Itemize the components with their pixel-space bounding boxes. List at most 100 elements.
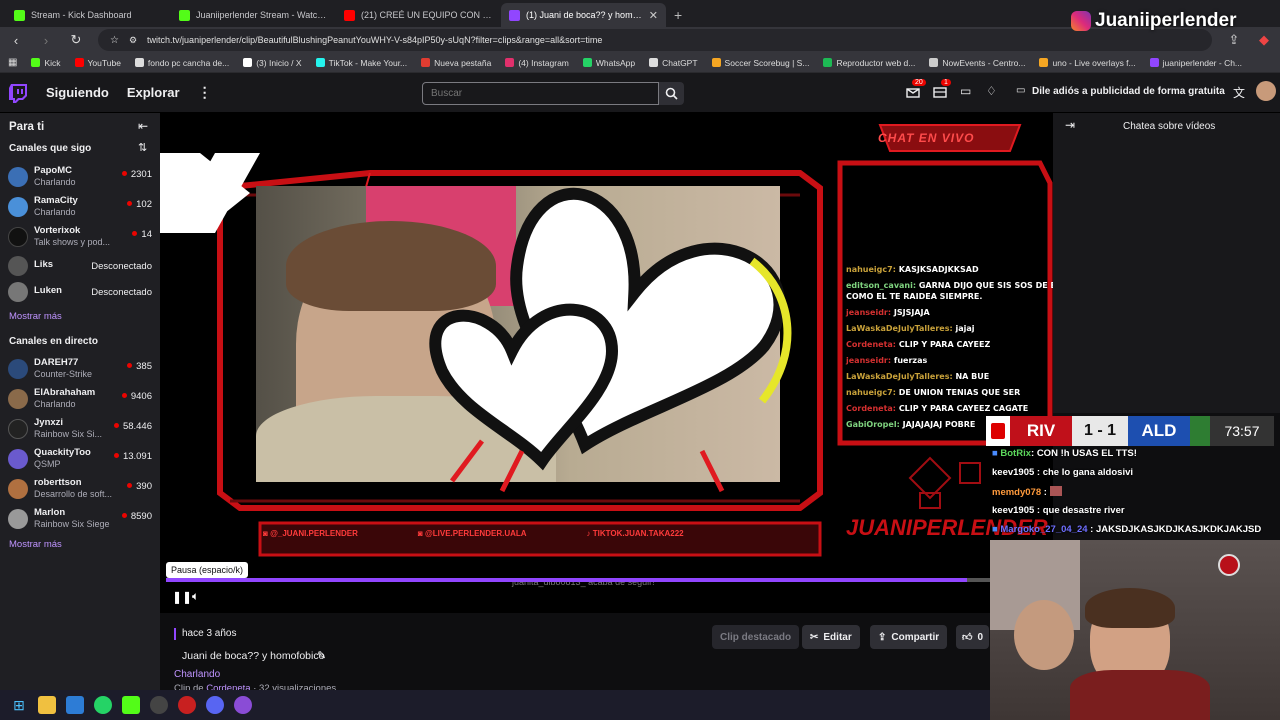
sidebar-for-you: Para ti: [9, 121, 45, 133]
chat-text: GARNA DIJO QUE SIS SOS DE BOCA: [918, 281, 1053, 290]
sidebar-channel[interactable]: QuackityToo QSMP 13.091: [8, 446, 156, 472]
bookmark[interactable]: ChatGPT: [649, 58, 698, 68]
viewer-count: 14: [132, 229, 152, 240]
edit-pencil-icon[interactable]: ✎: [317, 649, 326, 662]
show-more-link[interactable]: Mostrar más: [9, 311, 62, 322]
progress-bar[interactable]: [166, 578, 992, 582]
chat-text: NA BUE: [955, 372, 990, 381]
viewer-count: 9406: [122, 391, 152, 402]
whatsapp-icon[interactable]: [94, 696, 112, 714]
whispers-icon[interactable]: ▭: [960, 84, 971, 98]
avatar[interactable]: [1256, 81, 1276, 101]
app-icon[interactable]: [234, 696, 252, 714]
url-bar[interactable]: ☆ ⚙ twitch.tv/juaniperlender/clip/Beauti…: [98, 29, 1212, 51]
notifications-icon[interactable]: 20: [906, 79, 926, 102]
bookmark-star-icon[interactable]: ☆: [110, 35, 119, 46]
share-icon[interactable]: ⇪: [1226, 32, 1242, 48]
back-icon[interactable]: ‹: [8, 33, 24, 48]
browser-tab-active[interactable]: (1) Juani de boca?? y homofobico ✕: [501, 3, 666, 27]
share-button[interactable]: ⇪ Compartir: [870, 625, 948, 649]
sidebar-channel[interactable]: Vorterixok Talk shows y pod... 14: [8, 224, 156, 250]
bookmark[interactable]: juaniperlender - Ch...: [1149, 58, 1242, 68]
file-explorer-icon[interactable]: [38, 696, 56, 714]
browser-icon[interactable]: [178, 696, 196, 714]
inbox-icon[interactable]: 1: [933, 79, 951, 102]
tab-label: (21) CREÉ UN EQUIPO CON MI CHAT: [361, 10, 493, 20]
bookmark[interactable]: (3) Inicio / X: [243, 58, 302, 68]
followed-channels-title: Canales que sigo: [9, 143, 92, 154]
like-button[interactable]: 👍︎ 0: [956, 625, 990, 649]
search-input[interactable]: [422, 82, 659, 105]
search-button[interactable]: [659, 82, 684, 105]
extension-icon[interactable]: ◆: [1256, 32, 1272, 48]
chat-text: fuerzas: [893, 356, 928, 365]
more-menu-icon[interactable]: ⋮: [198, 84, 212, 101]
sidebar-channel[interactable]: DAREH77 Counter-Strike 385: [8, 356, 156, 382]
chat-user: Cordeneta:: [846, 404, 897, 413]
channel-name: ElAbrahaham: [34, 387, 96, 398]
store-icon[interactable]: [66, 696, 84, 714]
new-tab-button[interactable]: +: [666, 3, 690, 27]
forward-icon[interactable]: ›: [38, 33, 54, 48]
sidebar-channel[interactable]: RamaCity Charlando 102: [8, 194, 156, 220]
bookmark[interactable]: uno - Live overlays f...: [1039, 58, 1136, 68]
bookmark[interactable]: Reproductor web d...: [823, 58, 915, 68]
volume-icon[interactable]: 🔈︎: [192, 589, 199, 604]
expand-chat-icon[interactable]: ⇥: [1065, 118, 1075, 132]
bookmark[interactable]: (4) Instagram: [505, 58, 569, 68]
close-tab-icon[interactable]: ✕: [649, 9, 658, 22]
avatar: [8, 359, 28, 379]
overlay-chat-line: GabiOropel: JAJAJAJAJ POBRE: [846, 420, 975, 429]
sidebar-channel[interactable]: Liks Desconectado: [8, 253, 156, 279]
nav-explore[interactable]: Explorar: [127, 85, 180, 100]
windows-start-icon[interactable]: ⊞: [10, 696, 28, 714]
browser-tab[interactable]: Juaniiperlender Stream - Watch Live on K…: [171, 3, 336, 27]
clip-time-ago: hace 3 años: [182, 628, 237, 639]
url-text[interactable]: twitch.tv/juaniperlender/clip/BeautifulB…: [147, 35, 602, 45]
pause-icon[interactable]: ❚❚: [172, 590, 192, 604]
bookmark[interactable]: Soccer Scorebug | S...: [711, 58, 809, 68]
browser-tab[interactable]: Stream - Kick Dashboard: [6, 3, 171, 27]
overlay-chat-line: COMO EL TE RAIDEA SIEMPRE.: [846, 292, 982, 301]
stream-chat-line: ■ BotRix: CON !h USAS EL TTS!: [992, 448, 1137, 459]
featured-clip-button[interactable]: Clip destacado: [712, 625, 800, 649]
twitter-social: ◙ @LIVE.PERLENDER.UALA: [417, 529, 527, 538]
overlay-chat-title: CHAT EN VIVO: [878, 131, 975, 145]
channel-name: Jynxzi: [34, 417, 64, 428]
bookmark[interactable]: YouTube: [74, 58, 121, 68]
overlay-chat-line: jeanseidr: JSJSJAJA: [846, 308, 930, 317]
sidebar-channel[interactable]: ElAbrahaham Charlando 9406: [8, 386, 156, 412]
collapse-sidebar-icon[interactable]: ⇤: [138, 119, 148, 133]
sort-icon[interactable]: ⇅: [138, 141, 147, 154]
obs-icon[interactable]: [150, 696, 168, 714]
nav-following[interactable]: Siguiendo: [46, 85, 109, 100]
translate-icon[interactable]: 文: [1233, 84, 1245, 101]
apps-grid-icon[interactable]: ▦: [8, 57, 17, 68]
bookmark[interactable]: Kick: [31, 58, 61, 68]
sidebar-channel[interactable]: Marlon Rainbow Six Siege 8590: [8, 506, 156, 532]
bookmark[interactable]: NowEvents - Centro...: [929, 58, 1025, 68]
site-info-icon[interactable]: ⚙: [129, 35, 137, 46]
sidebar-channel[interactable]: roberttson Desarrollo de soft... 390: [8, 476, 156, 502]
clip-category[interactable]: Charlando: [174, 669, 220, 680]
bookmark[interactable]: fondo pc cancha de...: [134, 58, 229, 68]
viewer-count: 102: [127, 199, 152, 210]
kick-icon: [31, 58, 41, 67]
discord-icon[interactable]: [206, 696, 224, 714]
bookmark[interactable]: TikTok - Make Your...: [315, 58, 407, 68]
show-more-link[interactable]: Mostrar más: [9, 539, 62, 550]
bookmark[interactable]: Nueva pestaña: [421, 58, 491, 68]
edit-button[interactable]: ✂ Editar: [802, 625, 860, 649]
video-player[interactable]: CHAT EN VIVO nahueigc7: KASJKSADJKKSAD e…: [160, 113, 1053, 613]
reload-icon[interactable]: ↻: [68, 32, 84, 48]
twitch-logo-icon[interactable]: [8, 83, 28, 103]
browser-tab[interactable]: (21) CREÉ UN EQUIPO CON MI CHAT: [336, 3, 501, 27]
ad-free-link[interactable]: Dile adiós a publicidad de forma gratuit…: [1032, 86, 1225, 97]
bookmark[interactable]: WhatsApp: [582, 58, 635, 68]
crown-icon[interactable]: ♢: [986, 84, 997, 98]
sidebar-channel[interactable]: Luken Desconectado: [8, 279, 156, 305]
social-handle: TIKTOK.JUAN.TAKA222: [592, 529, 684, 538]
sidebar-channel[interactable]: Jynxzi Rainbow Six Si... 58.446: [8, 416, 156, 442]
kick-icon[interactable]: [122, 696, 140, 714]
sidebar-channel[interactable]: PapoMC Charlando 2301: [8, 164, 156, 190]
